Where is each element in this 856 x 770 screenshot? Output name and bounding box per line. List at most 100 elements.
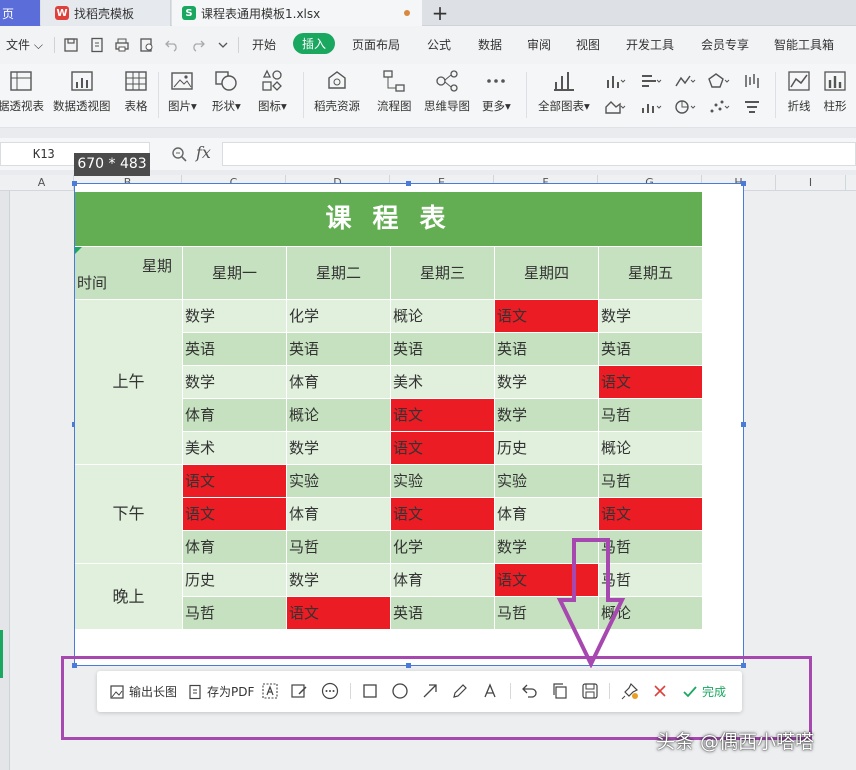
schedule-cell[interactable]: 语文 (599, 498, 702, 530)
resize-handle-top[interactable] (406, 181, 411, 186)
column-chart-button[interactable]: 柱形 (822, 68, 848, 114)
more-button[interactable]: 更多▾ (482, 68, 511, 114)
schedule-cell[interactable]: 英语 (391, 333, 494, 365)
all-charts-button[interactable]: 全部图表▾ (538, 68, 590, 114)
save-as-pdf-button[interactable]: 存为PDF (187, 683, 254, 700)
menu-page-layout[interactable]: 页面布局 (352, 36, 400, 53)
stock-chart-small-icon[interactable] (743, 72, 765, 90)
schedule-cell[interactable]: 语文 (599, 366, 702, 398)
schedule-cell[interactable]: 语文 (183, 465, 286, 497)
formula-input[interactable] (222, 142, 856, 166)
export-pdf-icon[interactable] (89, 37, 105, 53)
schedule-cell[interactable]: 数学 (495, 399, 598, 431)
new-tab-button[interactable]: + (430, 1, 450, 25)
bar-chart-small-icon[interactable] (640, 72, 662, 90)
combo-chart-small-icon[interactable] (640, 98, 662, 116)
menu-start[interactable]: 开始 (252, 36, 276, 53)
zoom-search-icon[interactable] (171, 146, 187, 162)
function-fx-icon[interactable]: fx (196, 143, 211, 162)
undo-icon[interactable] (164, 37, 180, 53)
menu-smart-tools[interactable]: 智能工具箱 (774, 36, 834, 53)
table-button[interactable]: 表格 (123, 68, 149, 114)
line-chart-button[interactable]: 折线 (786, 68, 812, 114)
schedule-cell[interactable]: 历史 (495, 432, 598, 464)
file-menu[interactable]: 文件 ⌵ (6, 36, 43, 53)
schedule-cell[interactable]: 数学 (599, 300, 702, 332)
ellipse-tool-icon[interactable] (391, 682, 409, 700)
menu-review[interactable]: 审阅 (527, 36, 551, 53)
print-icon[interactable] (114, 37, 130, 53)
export-long-image-button[interactable]: 输出长图 (109, 683, 177, 700)
mindmap-button[interactable]: 思维导图 (424, 68, 470, 114)
schedule-cell[interactable]: 化学 (287, 300, 390, 332)
schedule-cell[interactable]: 数学 (495, 366, 598, 398)
schedule-cell[interactable]: 数学 (287, 432, 390, 464)
schedule-cell[interactable]: 马哲 (599, 465, 702, 497)
menu-data[interactable]: 数据 (478, 36, 502, 53)
schedule-cell[interactable]: 体育 (287, 366, 390, 398)
rectangle-tool-icon[interactable] (361, 682, 379, 700)
ocr-text-icon[interactable] (261, 682, 279, 700)
tab-template-store[interactable]: W 找稻壳模板 (41, 0, 171, 26)
schedule-cell[interactable]: 实验 (391, 465, 494, 497)
column-header-i[interactable]: I (776, 175, 846, 191)
period-morning[interactable]: 上午 (75, 300, 182, 464)
area-chart-small-icon[interactable] (604, 98, 626, 116)
line-chart-small-icon[interactable] (674, 72, 696, 90)
schedule-cell[interactable]: 语文 (495, 300, 598, 332)
pivot-chart-button[interactable]: 数据透视图 (53, 68, 111, 114)
schedule-cell[interactable]: 英语 (599, 333, 702, 365)
radar-chart-small-icon[interactable] (708, 72, 730, 90)
edit-image-icon[interactable] (290, 682, 308, 700)
text-tool-icon[interactable] (481, 682, 499, 700)
menu-formulas[interactable]: 公式 (427, 36, 451, 53)
pivot-table-button[interactable]: 据透视表 (0, 68, 44, 114)
schedule-cell[interactable]: 历史 (183, 564, 286, 596)
period-evening[interactable]: 晚上 (75, 564, 182, 629)
day-header-mon[interactable]: 星期一 (183, 247, 286, 299)
resize-handle-top-left[interactable] (72, 181, 77, 186)
tab-home[interactable]: 页 (0, 0, 40, 26)
schedule-cell[interactable]: 英语 (287, 333, 390, 365)
arrow-tool-icon[interactable] (421, 682, 439, 700)
schedule-cell[interactable]: 数学 (183, 366, 286, 398)
redo-icon[interactable] (190, 37, 206, 53)
pin-to-screen-icon[interactable] (621, 682, 639, 700)
flowchart-button[interactable]: 流程图 (377, 68, 412, 114)
schedule-cell[interactable]: 体育 (183, 399, 286, 431)
schedule-cell[interactable]: 美术 (183, 432, 286, 464)
funnel-chart-small-icon[interactable] (743, 98, 765, 116)
schedule-cell[interactable]: 实验 (287, 465, 390, 497)
schedule-cell[interactable]: 美术 (391, 366, 494, 398)
day-header-fri[interactable]: 星期五 (599, 247, 702, 299)
save-icon[interactable] (63, 37, 79, 53)
column-header-a[interactable]: A (10, 175, 74, 191)
schedule-cell[interactable]: 概论 (599, 432, 702, 464)
day-header-wed[interactable]: 星期三 (391, 247, 494, 299)
cancel-icon[interactable] (651, 682, 669, 700)
schedule-cell[interactable]: 数学 (183, 300, 286, 332)
schedule-cell[interactable]: 语文 (287, 597, 390, 629)
pen-tool-icon[interactable] (451, 682, 469, 700)
schedule-cell[interactable]: 概论 (391, 300, 494, 332)
resize-handle-right[interactable] (741, 422, 746, 427)
day-header-thu[interactable]: 星期四 (495, 247, 598, 299)
pie-chart-small-icon[interactable] (674, 98, 696, 116)
schedule-cell[interactable]: 语文 (183, 498, 286, 530)
menu-insert[interactable]: 插入 (293, 33, 336, 54)
period-afternoon[interactable]: 下午 (75, 465, 182, 563)
schedule-cell[interactable]: 化学 (391, 531, 494, 563)
schedule-cell[interactable]: 马哲 (183, 597, 286, 629)
schedule-cell[interactable]: 马哲 (287, 531, 390, 563)
print-preview-icon[interactable] (139, 37, 155, 53)
column-chart-small-icon[interactable] (604, 72, 626, 90)
save-image-icon[interactable] (581, 682, 599, 700)
more-options-icon[interactable] (321, 682, 339, 700)
schedule-cell[interactable]: 语文 (391, 498, 494, 530)
schedule-cell[interactable]: 语文 (391, 432, 494, 464)
picture-button[interactable]: 图片▾ (168, 68, 197, 114)
schedule-cell[interactable]: 体育 (183, 531, 286, 563)
icon-library-button[interactable]: 图标▾ (258, 68, 287, 114)
schedule-cell[interactable]: 英语 (183, 333, 286, 365)
copy-icon[interactable] (551, 682, 569, 700)
